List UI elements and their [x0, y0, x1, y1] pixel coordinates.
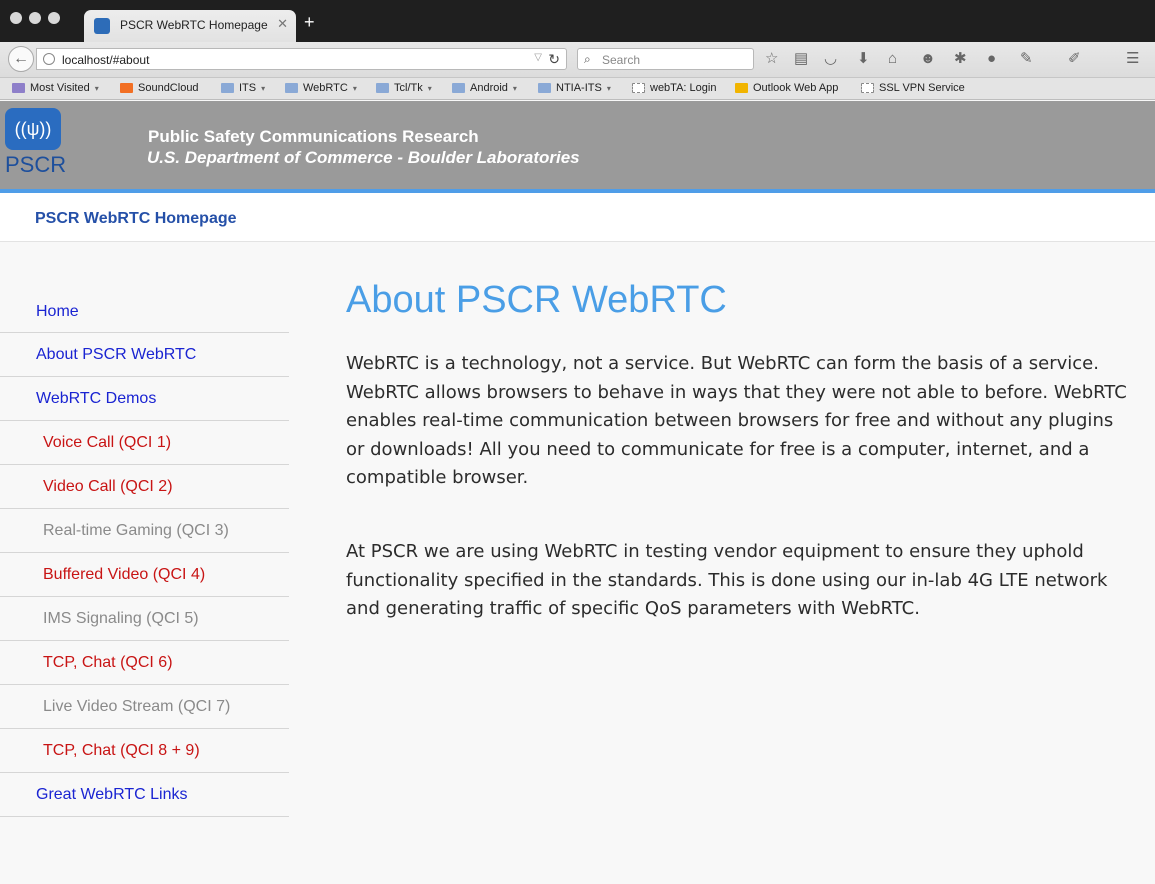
page-icon [632, 83, 645, 93]
chat-icon[interactable]: ☻ [920, 51, 936, 66]
minimize-window-button[interactable] [29, 12, 41, 24]
bookmark-star-icon[interactable]: ☆ [765, 51, 778, 66]
site-brand-link[interactable]: PSCR WebRTC Homepage [35, 210, 237, 228]
chevron-down-icon: ▾ [427, 83, 432, 93]
extension-bug-icon[interactable]: ✱ [954, 51, 967, 66]
most-visited-icon [12, 83, 25, 93]
sidebar-item-great-links[interactable]: Great WebRTC Links [0, 773, 289, 817]
outlook-icon [735, 83, 748, 93]
folder-icon [376, 83, 389, 93]
chevron-down-icon: ▾ [606, 83, 611, 93]
folder-icon [285, 83, 298, 93]
bookmark-android[interactable]: Android ▾ [452, 82, 517, 94]
new-tab-button[interactable]: + [304, 13, 315, 31]
bookmark-label: WebRTC [303, 82, 348, 94]
home-icon[interactable]: ⌂ [888, 51, 897, 66]
sidebar-item-video-call[interactable]: Video Call (QCI 2) [0, 465, 289, 509]
browser-tab[interactable]: PSCR WebRTC Homepage ✕ [84, 10, 296, 42]
browser-navbar: localhost/#about ▽ ↻ ← ⌕ Search ☆ ▤ ◡ ⬇ … [0, 42, 1155, 78]
back-arrow-icon: ← [13, 50, 29, 67]
chevron-down-icon: ▾ [261, 83, 266, 93]
sidebar-item-tcp-chat-6[interactable]: TCP, Chat (QCI 6) [0, 641, 289, 685]
pscr-logo[interactable]: ((ψ)) PSCR [5, 108, 67, 180]
sidebar-item-tcp-chat-8-9[interactable]: TCP, Chat (QCI 8 + 9) [0, 729, 289, 773]
tab-close-icon[interactable]: ✕ [277, 16, 288, 32]
bookmark-label: SoundCloud [138, 82, 199, 94]
eyedropper-icon[interactable]: ✐ [1068, 51, 1081, 66]
bookmark-outlook[interactable]: Outlook Web App [735, 82, 838, 94]
sidebar-item-home[interactable]: Home [0, 290, 289, 333]
folder-icon [452, 83, 465, 93]
close-window-button[interactable] [10, 12, 22, 24]
bookmark-label: ITS [239, 82, 257, 94]
extension-purple-icon[interactable]: ● [987, 51, 996, 66]
search-icon: ⌕ [584, 52, 591, 66]
soundcloud-icon [120, 83, 133, 93]
bookmark-label: Android [470, 82, 508, 94]
pscr-paragraph: At PSCR we are using WebRTC in testing v… [346, 540, 1108, 620]
bookmark-label: SSL VPN Service [879, 82, 965, 94]
url-text[interactable]: localhost/#about [62, 53, 149, 67]
main-content: About PSCR WebRTC WebRTC is a technology… [346, 276, 1136, 669]
globe-icon [43, 53, 55, 65]
page-title: About PSCR WebRTC [346, 279, 727, 321]
pocket-icon[interactable]: ◡ [824, 51, 837, 66]
folder-icon [221, 83, 234, 93]
search-bar[interactable]: ⌕ Search [577, 48, 754, 70]
favicon-icon [94, 18, 110, 34]
tab-title: PSCR WebRTC Homepage [120, 18, 268, 32]
sidebar-nav: Home About PSCR WebRTC WebRTC Demos Voic… [0, 290, 289, 817]
zoom-window-button[interactable] [48, 12, 60, 24]
folder-icon [538, 83, 551, 93]
back-button[interactable]: ← [8, 46, 34, 72]
reading-list-icon[interactable]: ▤ [794, 51, 808, 66]
page-icon [861, 83, 874, 93]
site-navbar: PSCR WebRTC Homepage [0, 193, 1155, 242]
sidebar-item-about[interactable]: About PSCR WebRTC [0, 333, 289, 377]
reload-icon[interactable]: ↻ [548, 51, 560, 68]
chevron-down-icon: ▾ [512, 83, 517, 93]
hamburger-menu-icon[interactable]: ☰ [1126, 51, 1139, 66]
sidebar-item-webrtc-demos[interactable]: WebRTC Demos [0, 377, 289, 421]
search-input[interactable]: Search [602, 53, 640, 67]
bookmark-soundcloud[interactable]: SoundCloud [120, 82, 199, 94]
bookmark-label: Tcl/Tk [394, 82, 423, 94]
bookmark-webta-login[interactable]: webTA: Login [632, 82, 716, 94]
sidebar-item-live-video-stream: Live Video Stream (QCI 7) [0, 685, 289, 729]
url-bar[interactable]: localhost/#about ▽ ↻ [36, 48, 567, 70]
bookmark-label: Outlook Web App [753, 82, 839, 94]
downloads-icon[interactable]: ⬇ [857, 51, 870, 66]
bookmark-tcltk[interactable]: Tcl/Tk ▾ [376, 82, 432, 94]
bookmark-label: Most Visited [30, 82, 90, 94]
bookmark-its[interactable]: ITS ▾ [221, 82, 265, 94]
sidebar-item-voice-call[interactable]: Voice Call (QCI 1) [0, 421, 289, 465]
intro-paragraph: WebRTC is a technology, not a service. B… [346, 353, 1127, 489]
pen-tool-icon[interactable]: ✎ [1020, 51, 1033, 66]
chevron-down-icon: ▾ [94, 83, 99, 93]
bookmark-webrtc[interactable]: WebRTC ▾ [285, 82, 357, 94]
site-banner: ((ψ)) PSCR Public Safety Communications … [0, 101, 1155, 189]
browser-titlebar: PSCR WebRTC Homepage ✕ + [0, 0, 1155, 42]
sidebar-item-realtime-gaming: Real-time Gaming (QCI 3) [0, 509, 289, 553]
bookmark-ssl-vpn[interactable]: SSL VPN Service [861, 82, 965, 94]
bookmark-label: NTIA-ITS [556, 82, 602, 94]
sidebar-item-ims-signaling: IMS Signaling (QCI 5) [0, 597, 289, 641]
chevron-down-icon: ▾ [352, 83, 357, 93]
banner-title: Public Safety Communications Research [148, 127, 479, 146]
logo-text: PSCR [5, 152, 67, 177]
bookmark-most-visited[interactable]: Most Visited ▾ [12, 82, 99, 94]
bookmark-ntia-its[interactable]: NTIA-ITS ▾ [538, 82, 611, 94]
antenna-icon: ((ψ)) [5, 108, 61, 150]
sidebar-item-buffered-video[interactable]: Buffered Video (QCI 4) [0, 553, 289, 597]
bookmarks-toolbar: Most Visited ▾ SoundCloud ITS ▾ WebRTC ▾ Tc… [0, 78, 1155, 100]
history-dropdown-icon[interactable]: ▽ [534, 52, 542, 63]
banner-subtitle: U.S. Department of Commerce - Boulder La… [147, 148, 580, 167]
bookmark-label: webTA: Login [650, 82, 717, 94]
